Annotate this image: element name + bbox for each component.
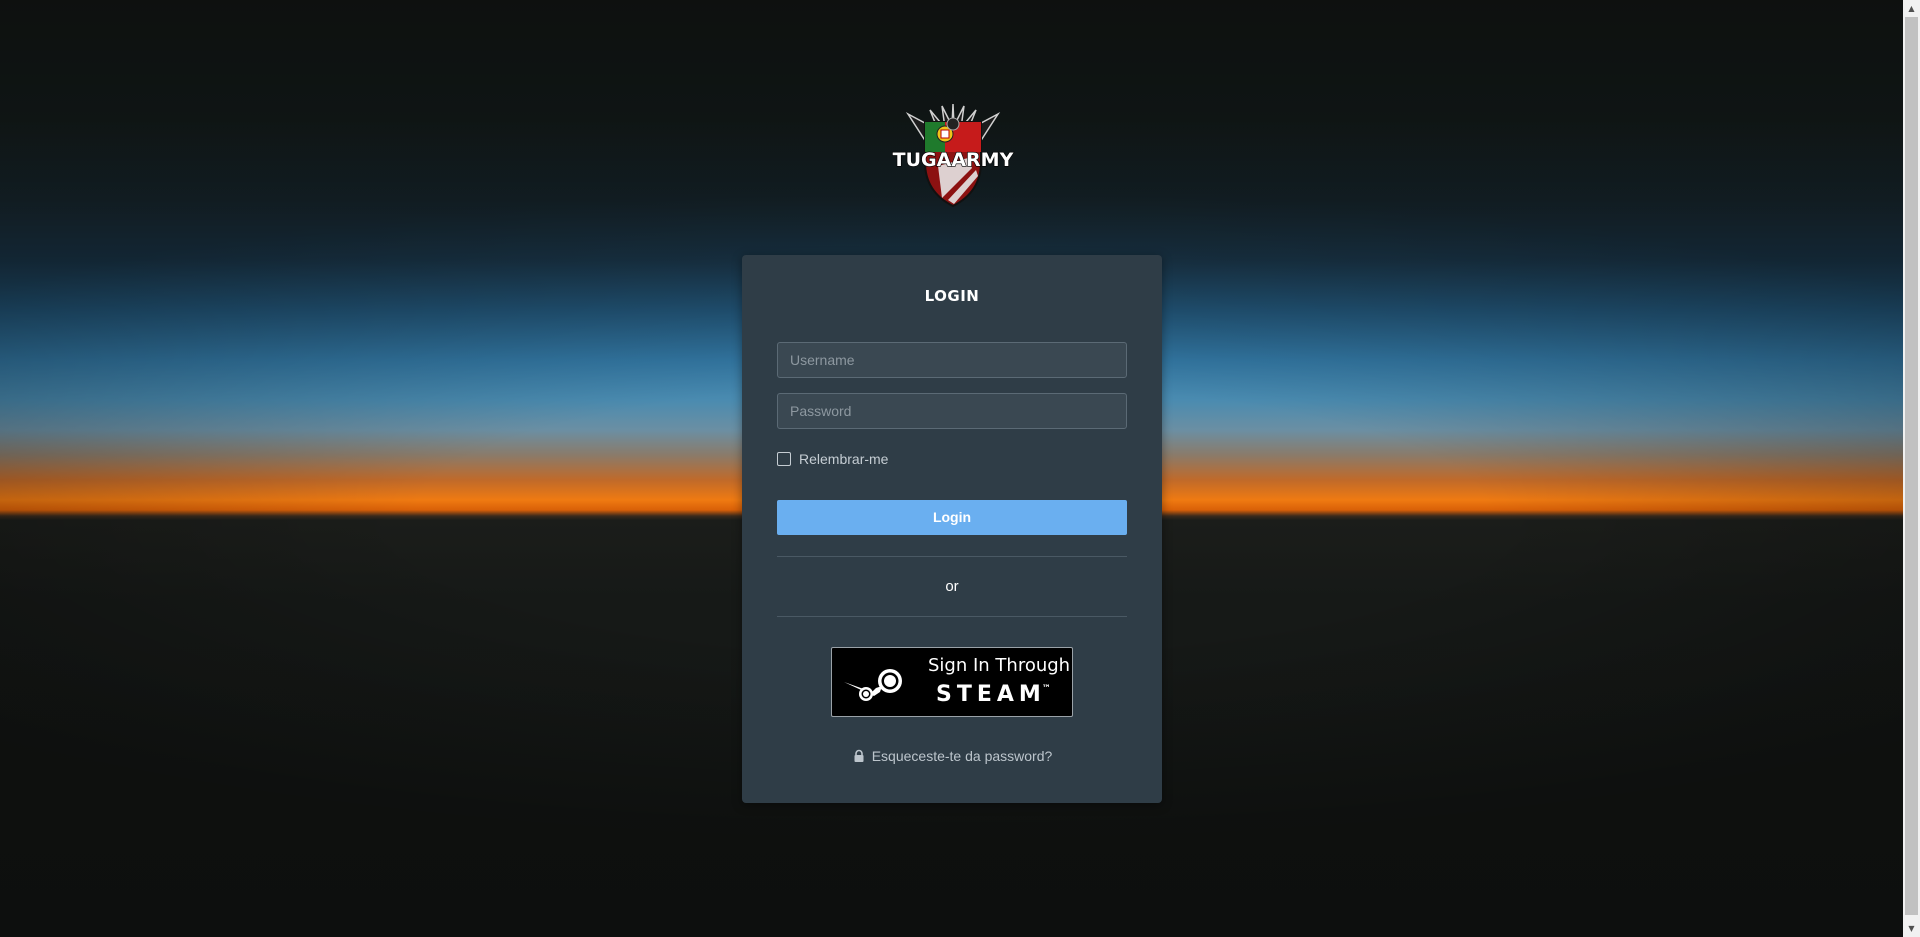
steam-line2: STEAM™ <box>936 682 1055 707</box>
vertical-scrollbar[interactable]: ▲ ▼ <box>1903 0 1920 937</box>
steam-line1: Sign In Through <box>928 655 1071 676</box>
divider-bottom <box>777 616 1127 617</box>
separator-or: or <box>945 578 959 595</box>
password-input[interactable] <box>777 393 1127 429</box>
remember-me-checkbox[interactable] <box>777 452 791 466</box>
scroll-down-arrow-icon[interactable]: ▼ <box>1903 920 1920 937</box>
scroll-up-arrow-icon[interactable]: ▲ <box>1903 0 1920 17</box>
eagle-shield-logo-icon: TUGAARMY <box>892 103 1014 208</box>
steam-word: STEAM <box>936 682 1046 707</box>
remember-me-label[interactable]: Relembrar-me <box>799 451 888 467</box>
login-title: LOGIN <box>924 287 980 305</box>
forgot-password-label[interactable]: Esqueceste-te da password? <box>872 748 1053 764</box>
divider-top <box>777 556 1127 557</box>
username-input[interactable] <box>777 342 1127 378</box>
login-panel: LOGIN Relembrar-me Login or Sign In Thro… <box>742 255 1162 803</box>
site-logo: TUGAARMY <box>890 100 1016 212</box>
scrollbar-thumb[interactable] <box>1905 17 1918 915</box>
logo-text: TUGAARMY <box>893 149 1014 171</box>
steam-icon <box>844 669 902 701</box>
steam-sign-in-button[interactable]: Sign In Through STEAM™ <box>831 647 1073 717</box>
steam-trademark: ™ <box>1041 684 1051 694</box>
login-button[interactable]: Login <box>777 500 1127 535</box>
remember-me-control[interactable]: Relembrar-me <box>777 450 888 468</box>
lock-icon <box>854 749 864 762</box>
forgot-password-link[interactable]: Esqueceste-te da password? <box>742 748 1162 764</box>
